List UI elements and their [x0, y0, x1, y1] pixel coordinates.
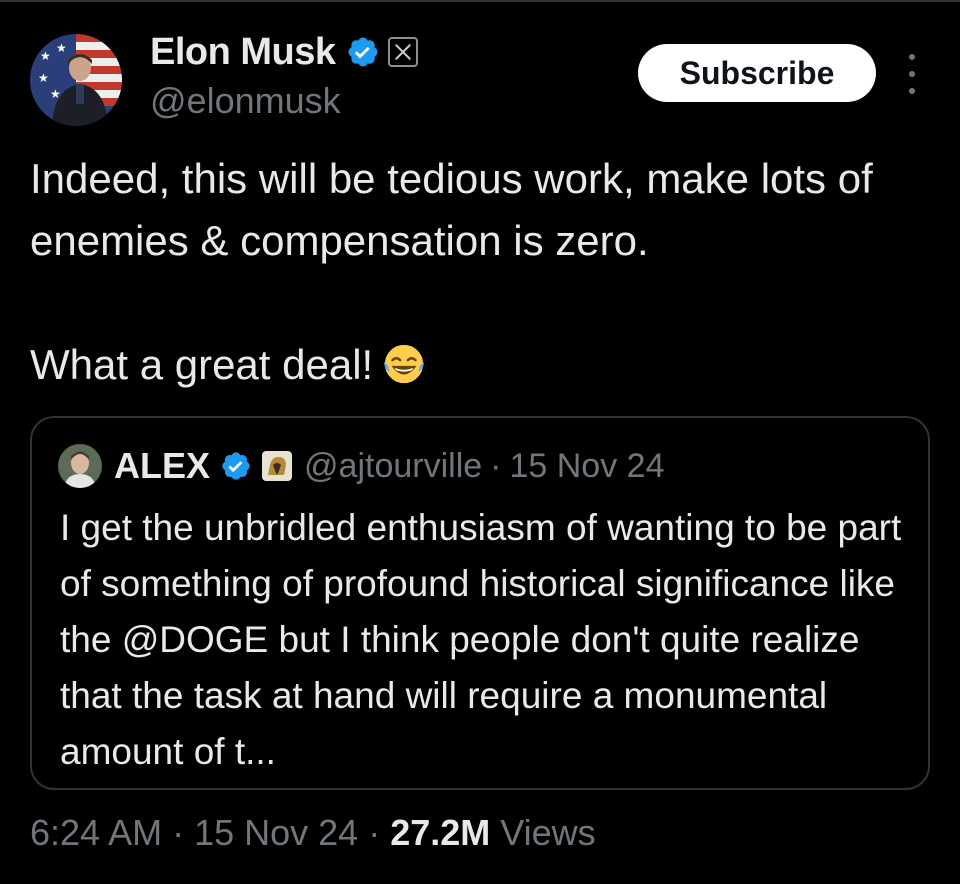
svg-text:★: ★	[56, 41, 67, 55]
tweet-time[interactable]: 6:24 AM	[30, 812, 162, 854]
tweet-paragraph: Indeed, this will be tedious work, make …	[30, 155, 873, 264]
lion-emblem-icon	[262, 451, 293, 481]
subscribe-button[interactable]: Subscribe	[638, 44, 876, 102]
quoted-tweet-date[interactable]: 15 Nov 24	[509, 447, 664, 486]
more-vertical-icon[interactable]	[900, 54, 924, 94]
x-logo-icon	[387, 37, 418, 67]
verified-badge-icon[interactable]	[346, 35, 380, 69]
svg-text:★: ★	[40, 49, 51, 63]
separator: ·	[490, 446, 502, 485]
author-name[interactable]: Elon Musk	[150, 31, 336, 74]
tweet-meta: 6:24 AM · 15 Nov 24 · 27.2M Views	[30, 812, 596, 854]
quoted-author-avatar[interactable]	[58, 444, 102, 488]
quoted-author-handle[interactable]: @ajtourville	[304, 447, 482, 486]
author-handle[interactable]: @elonmusk	[150, 80, 341, 122]
quoted-tweet-card[interactable]: ALEX @ajtourville · 15 Nov 24 I get the …	[30, 416, 930, 790]
avatar-image: ★ ★ ★ ★	[30, 34, 122, 126]
quoted-tweet-text: I get the unbridled enthusiasm of wantin…	[60, 507, 902, 772]
views-count: 27.2M	[390, 812, 491, 853]
separator: ·	[368, 812, 381, 853]
author-avatar[interactable]: ★ ★ ★ ★	[30, 34, 122, 126]
separator: ·	[172, 812, 185, 853]
quoted-author-name[interactable]: ALEX	[114, 445, 210, 487]
tweet-text: Indeed, this will be tedious work, make …	[30, 148, 940, 396]
views-label: Views	[500, 812, 596, 853]
tweet-paragraph: What a great deal!	[30, 334, 940, 396]
face-with-tears-of-joy-icon	[384, 344, 425, 384]
verified-badge-icon	[222, 452, 250, 480]
tweet-date[interactable]: 15 Nov 24	[194, 812, 358, 854]
author-name-row: Elon Musk	[150, 30, 418, 74]
top-divider	[0, 0, 960, 2]
quoted-tweet-header: ALEX @ajtourville · 15 Nov 24	[58, 444, 664, 488]
svg-text:★: ★	[38, 71, 49, 85]
